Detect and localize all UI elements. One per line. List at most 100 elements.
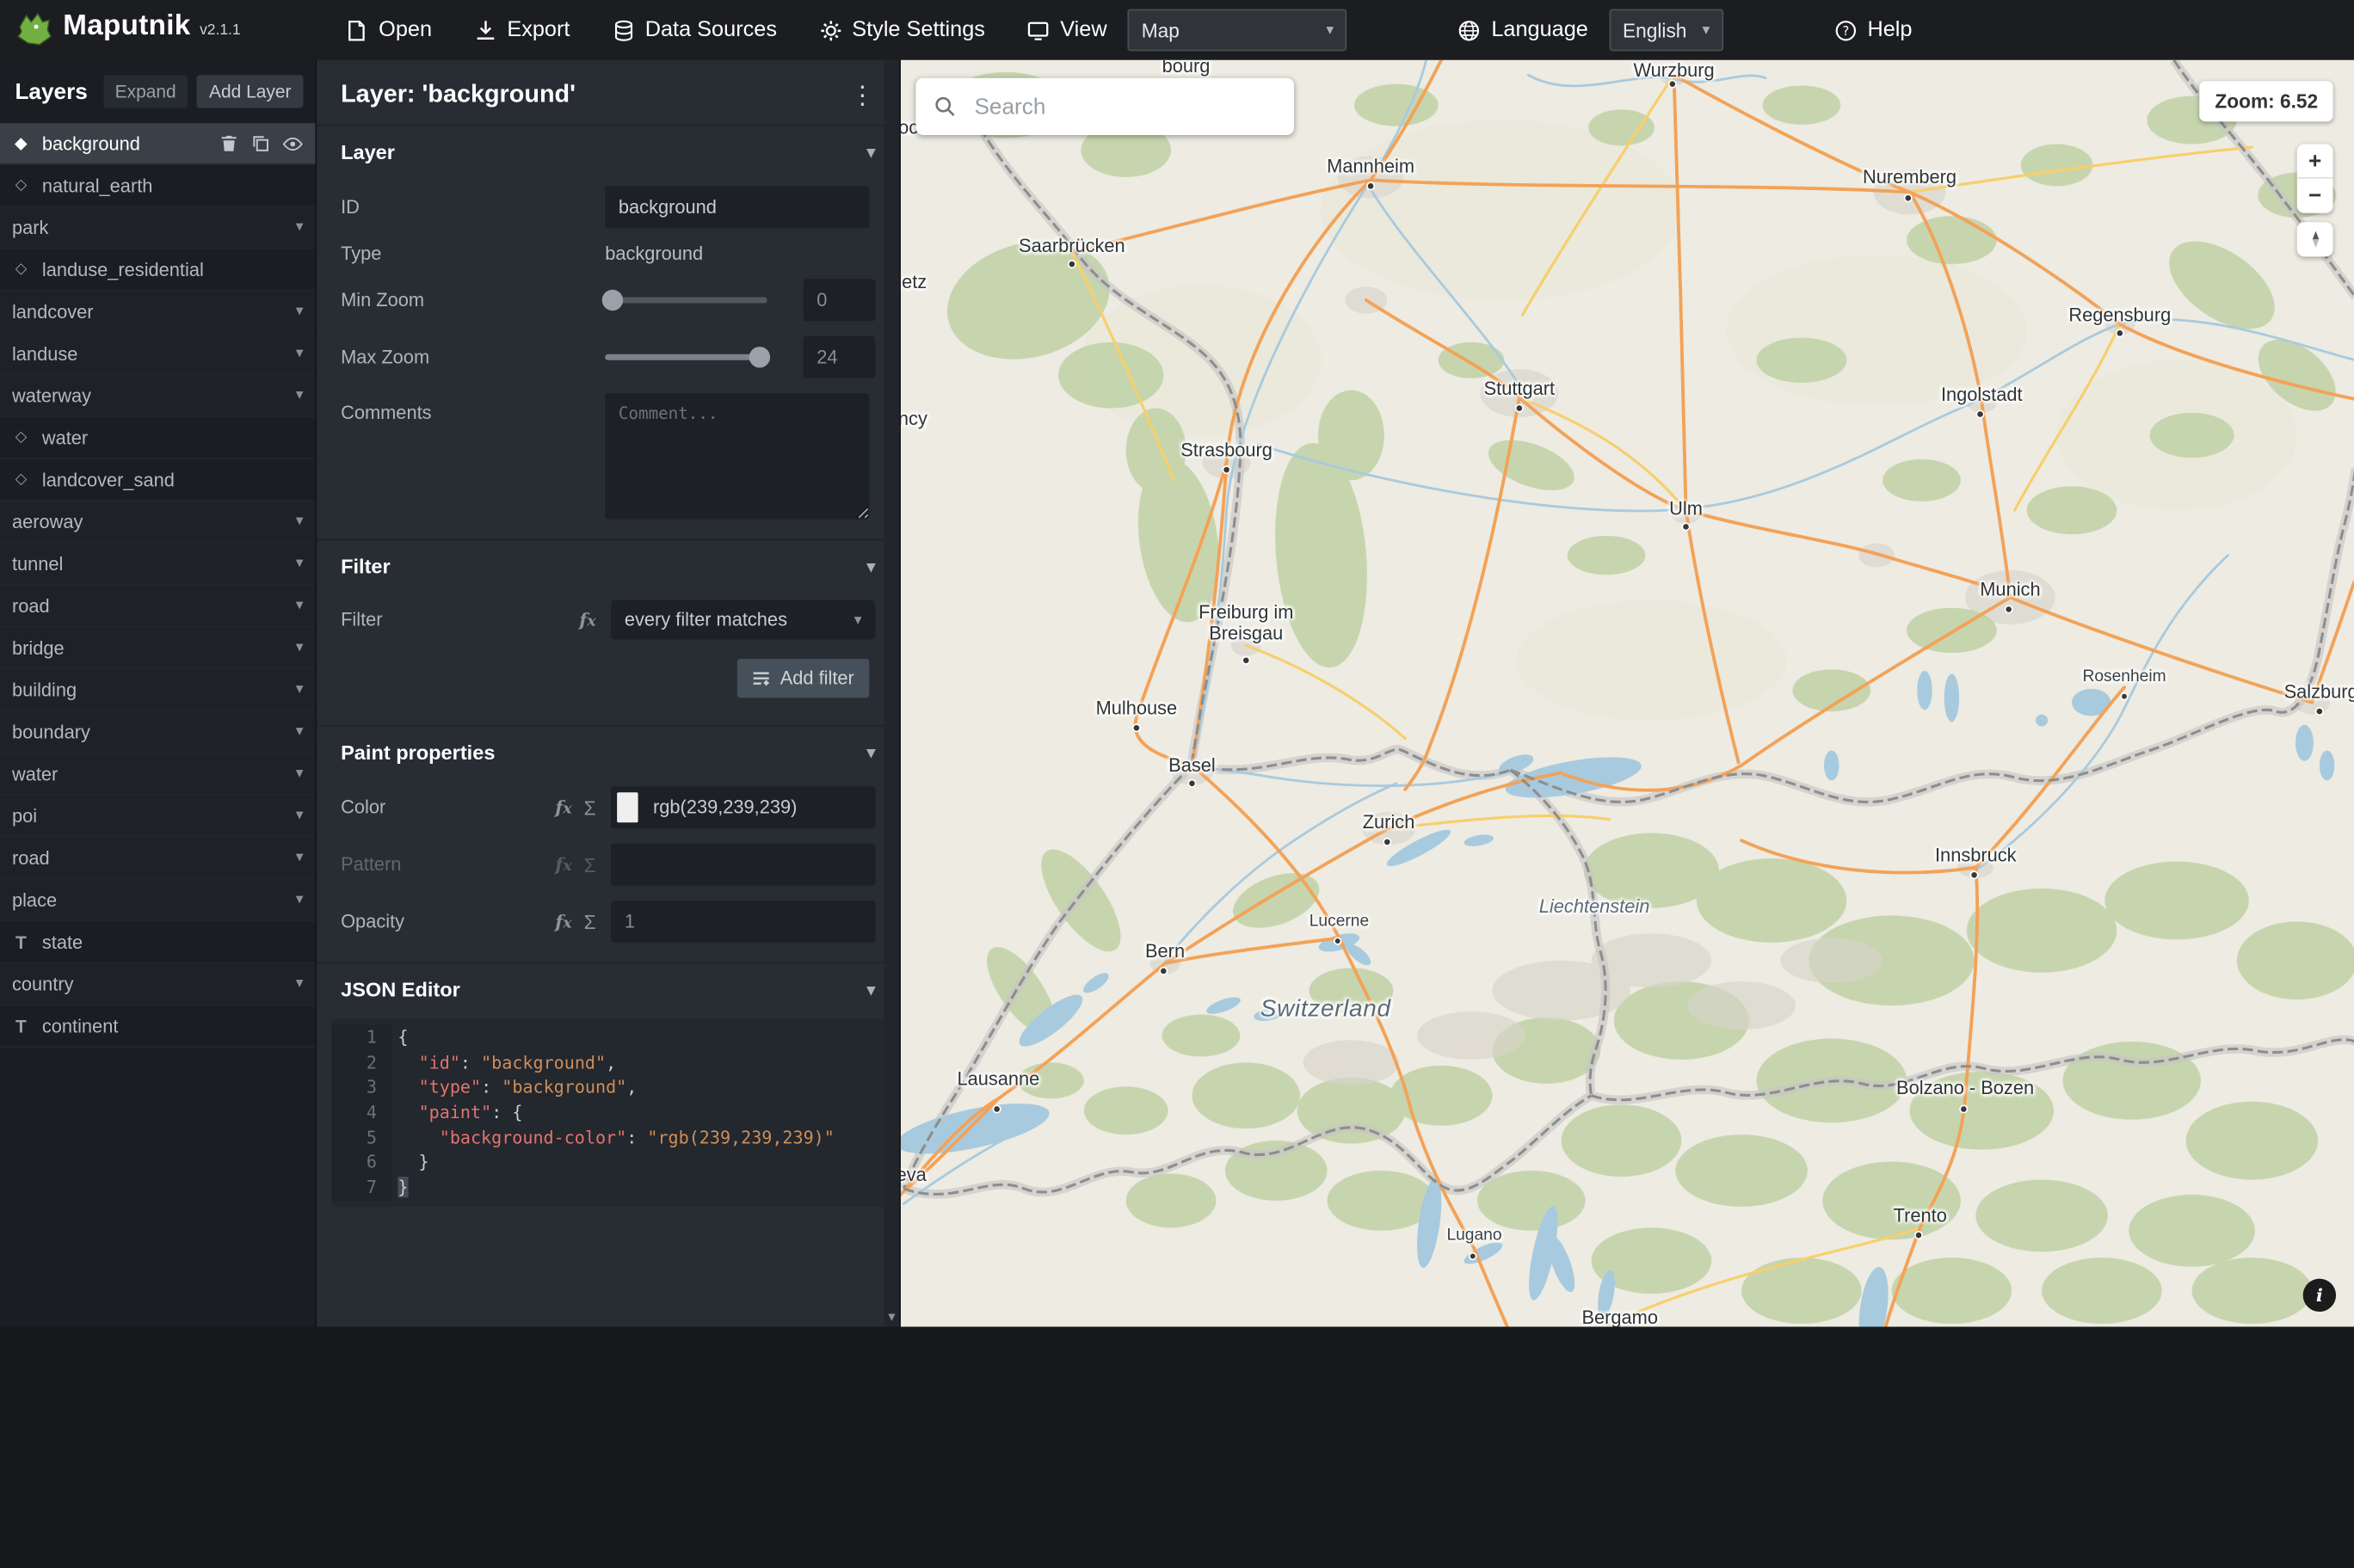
layer-label: water (41, 427, 89, 448)
layer-item-road[interactable]: road ▾ (0, 585, 316, 628)
zoom-function-icon[interactable]: Σ (584, 853, 596, 876)
chevron-down-icon[interactable]: ▾ (296, 303, 304, 319)
code-line[interactable]: { (391, 1025, 408, 1050)
language-select[interactable]: English ▾ (1609, 9, 1723, 52)
json-editor-header[interactable]: JSON Editor ▾ (317, 963, 899, 1016)
fill-layer-icon: ◇ (15, 470, 28, 489)
json-code-editor[interactable]: 1{2 "id": "background", 3 "type": "backgr… (331, 1018, 884, 1207)
layer-item-natural_earth[interactable]: ◇ natural_earth (0, 165, 316, 207)
layer-item-country[interactable]: country ▾ (0, 963, 316, 1006)
code-line[interactable]: "background-color": "rgb(239,239,239)" (391, 1125, 835, 1150)
expression-fx-icon[interactable]: fx (555, 854, 571, 875)
chevron-down-icon[interactable]: ▾ (296, 639, 304, 655)
layer-item-park[interactable]: park ▾ (0, 206, 316, 249)
open-button[interactable]: Open (346, 18, 432, 42)
zoom-out-button[interactable]: − (2296, 178, 2333, 213)
chevron-down-icon[interactable]: ▾ (296, 597, 304, 613)
code-line[interactable]: "id": "background", (391, 1050, 617, 1075)
style-settings-button[interactable]: Style Settings (819, 18, 985, 42)
chevron-down-icon[interactable]: ▾ (296, 766, 304, 782)
layer-item-building[interactable]: building ▾ (0, 669, 316, 712)
chevron-down-icon[interactable]: ▾ (296, 513, 304, 530)
code-line[interactable]: } (391, 1150, 429, 1175)
export-button[interactable]: Export (474, 18, 570, 42)
layer-item-water[interactable]: water ▾ (0, 753, 316, 796)
code-line[interactable]: "type": "background", (391, 1075, 638, 1100)
attribution-info-button[interactable]: i (2302, 1278, 2337, 1313)
filter-combinator-select[interactable]: every filter matches ▾ (611, 600, 876, 640)
help-button[interactable]: ? Help (1834, 18, 1912, 42)
scroll-down-arrow-icon[interactable]: ▼ (884, 1310, 899, 1324)
chevron-down-icon[interactable]: ▾ (296, 891, 304, 907)
zoom-in-button[interactable]: + (2296, 144, 2333, 179)
layer-item-aeroway[interactable]: aeroway ▾ (0, 501, 316, 544)
zoom-function-icon[interactable]: Σ (584, 796, 596, 819)
zoom-function-icon[interactable]: Σ (584, 910, 596, 932)
layer-item-state[interactable]: Tstate (0, 921, 316, 964)
expression-fx-icon[interactable]: fx (579, 609, 595, 630)
expression-fx-icon[interactable]: fx (555, 797, 571, 818)
duplicate-layer-icon[interactable] (250, 133, 270, 153)
kebab-menu-icon[interactable]: ⋮ (850, 83, 876, 108)
expression-fx-icon[interactable]: fx (555, 911, 571, 932)
slider-knob[interactable] (748, 347, 770, 368)
comments-label: Comments (341, 402, 432, 424)
color-swatch[interactable] (617, 792, 638, 823)
chevron-down-icon[interactable]: ▾ (296, 345, 304, 361)
geocoder-search[interactable] (915, 77, 1295, 136)
search-input[interactable] (971, 92, 1277, 121)
chevron-down-icon[interactable]: ▾ (296, 975, 304, 992)
chevron-down-icon[interactable]: ▾ (296, 808, 304, 824)
chevron-down-icon[interactable]: ▾ (296, 219, 304, 236)
chevron-down-icon[interactable]: ▾ (296, 850, 304, 866)
layer-item-background[interactable]: ◆ background (0, 123, 316, 165)
data-sources-button[interactable]: Data Sources (612, 18, 777, 42)
layer-item-landuse_residential[interactable]: ◇ landuse_residential (0, 249, 316, 292)
paint-section-header[interactable]: Paint properties ▾ (317, 727, 899, 779)
color-label: Color (341, 796, 386, 818)
max-zoom-slider[interactable] (605, 347, 770, 368)
layer-item-waterway[interactable]: waterway ▾ (0, 375, 316, 418)
chevron-down-icon[interactable]: ▾ (296, 387, 304, 403)
compass-button[interactable] (2296, 222, 2333, 257)
layer-item-landuse[interactable]: landuse ▾ (0, 333, 316, 376)
view-menu[interactable]: View (1027, 18, 1107, 42)
layers-panel: Layers Expand Add Layer ◆ background ◇ natu… (0, 59, 317, 1327)
layer-item-water[interactable]: ◇ water (0, 417, 316, 459)
view-mode-select[interactable]: Map ▾ (1128, 9, 1347, 52)
comments-textarea[interactable] (605, 393, 870, 520)
code-line[interactable]: "paint": { (391, 1100, 523, 1125)
slider-knob[interactable] (602, 289, 624, 311)
min-zoom-slider[interactable] (602, 289, 767, 311)
layer-item-landcover_sand[interactable]: ◇ landcover_sand (0, 459, 316, 501)
layer-item-road[interactable]: road ▾ (0, 837, 316, 880)
max-zoom-input[interactable] (803, 335, 876, 378)
layer-item-continent[interactable]: Tcontinent (0, 1005, 316, 1048)
chevron-down-icon[interactable]: ▾ (296, 723, 304, 740)
help-icon: ? (1835, 20, 1856, 40)
layer-section-header[interactable]: Layer ▾ (317, 126, 899, 179)
id-input[interactable] (605, 186, 870, 229)
color-input[interactable] (650, 795, 862, 820)
min-zoom-input[interactable] (803, 279, 876, 322)
chevron-down-icon[interactable]: ▾ (296, 556, 304, 572)
add-layer-button[interactable]: Add Layer (197, 75, 304, 108)
chevron-down-icon[interactable]: ▾ (296, 681, 304, 698)
layer-item-tunnel[interactable]: tunnel ▾ (0, 543, 316, 586)
filter-section-header[interactable]: Filter ▾ (317, 540, 899, 593)
expand-button[interactable]: Expand (102, 75, 188, 108)
layer-item-boundary[interactable]: boundary ▾ (0, 711, 316, 753)
editor-scrollbar[interactable]: ▼ (884, 59, 900, 1327)
map-canvas[interactable]: bourgWurzburgocMannheimNurembergSaarbrüc… (900, 59, 2354, 1327)
opacity-input[interactable] (611, 900, 876, 943)
add-filter-button[interactable]: Add filter (736, 659, 870, 698)
layer-item-landcover[interactable]: landcover ▾ (0, 291, 316, 334)
toggle-visibility-icon[interactable] (282, 132, 303, 153)
language-menu[interactable]: Language (1458, 18, 1588, 42)
delete-layer-icon[interactable] (219, 133, 239, 153)
layer-item-poi[interactable]: poi ▾ (0, 795, 316, 838)
layer-item-place[interactable]: place ▾ (0, 879, 316, 922)
pattern-input[interactable] (611, 843, 876, 886)
code-line[interactable]: } (391, 1175, 409, 1200)
layer-item-bridge[interactable]: bridge ▾ (0, 627, 316, 670)
